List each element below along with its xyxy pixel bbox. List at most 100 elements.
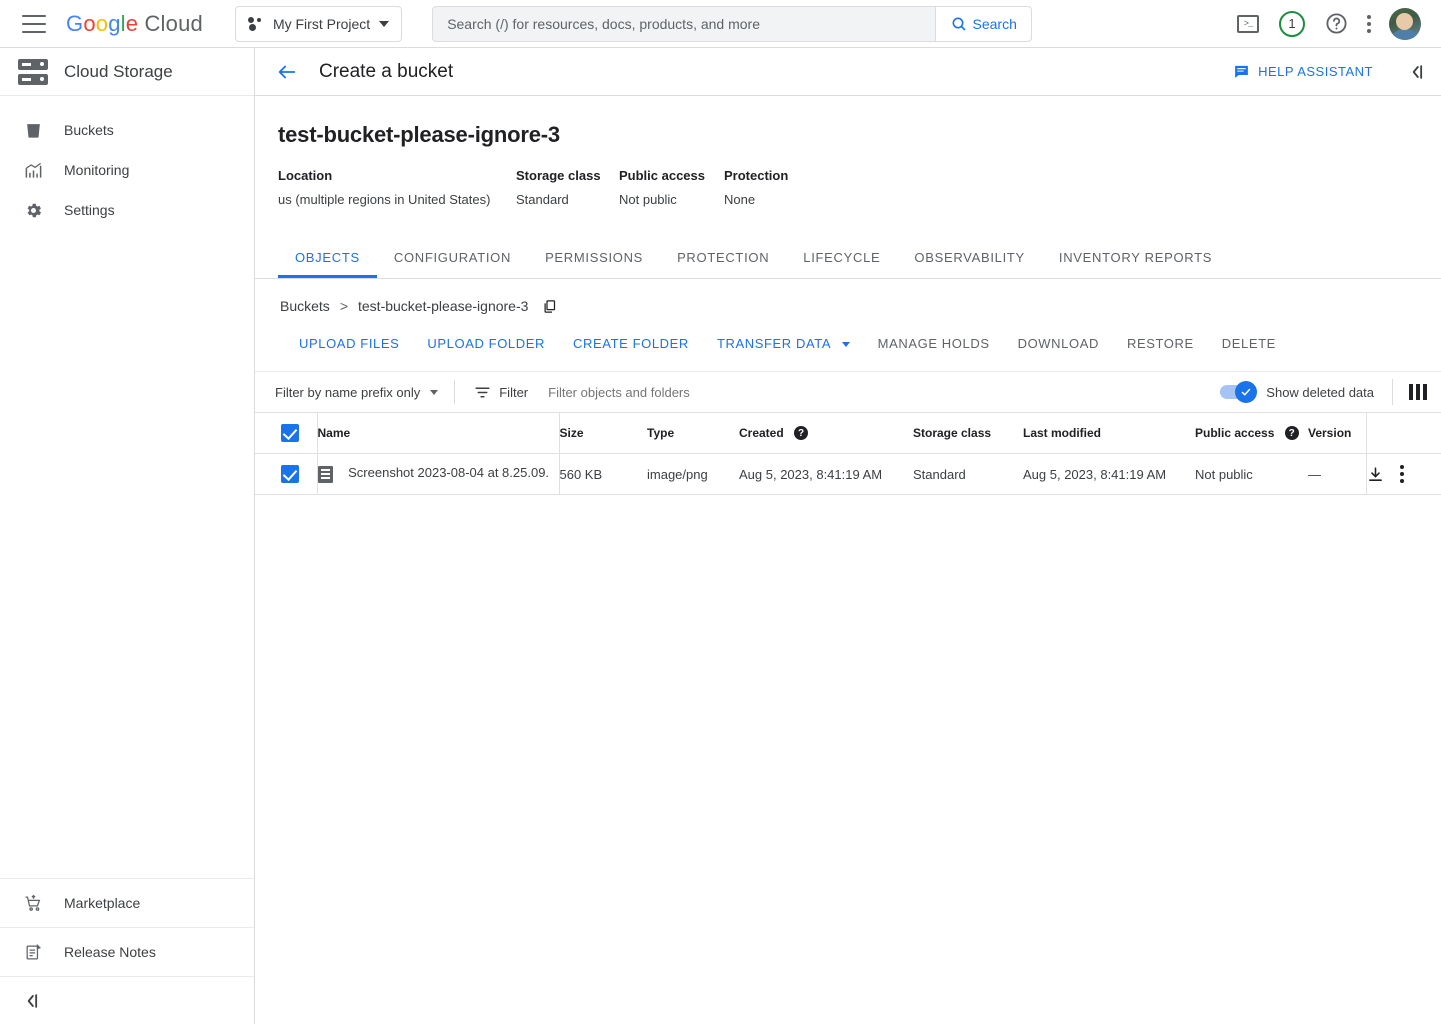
- row-more-options-icon[interactable]: [1399, 465, 1404, 483]
- meta-location: Location us (multiple regions in United …: [278, 168, 516, 207]
- delete-button[interactable]: DELETE: [1208, 330, 1290, 357]
- google-cloud-logo[interactable]: Google Cloud: [66, 11, 203, 37]
- right-panel-collapse-button[interactable]: [1393, 48, 1441, 96]
- tab-permissions[interactable]: PERMISSIONS: [528, 250, 660, 278]
- column-name[interactable]: Name: [317, 413, 560, 454]
- collapse-right-panel-icon: [1412, 64, 1423, 79]
- chart-icon: [22, 159, 44, 181]
- copy-icon[interactable]: [542, 299, 557, 314]
- cell-created: Aug 5, 2023, 8:41:19 AM: [739, 453, 913, 495]
- upload-files-button[interactable]: UPLOAD FILES: [285, 330, 413, 357]
- global-search: Search: [432, 5, 1033, 42]
- help-assistant-label: HELP ASSISTANT: [1258, 64, 1373, 79]
- column-version[interactable]: Version: [1308, 413, 1366, 454]
- column-created-label: Created: [739, 425, 784, 440]
- release-notes-icon: [22, 941, 44, 963]
- column-created[interactable]: Created ?: [739, 413, 913, 454]
- meta-public-access: Public access Not public: [619, 168, 724, 207]
- filter-bar-right: Show deleted data: [1220, 379, 1441, 405]
- row-action-icons: [1367, 465, 1441, 483]
- filter-icon[interactable]: [474, 384, 491, 401]
- sidebar-item-label: Marketplace: [64, 895, 141, 911]
- sidebar-bottom: Marketplace Release Notes: [0, 878, 254, 1024]
- chevron-down-icon: [841, 342, 850, 348]
- sidebar-collapse-button[interactable]: [0, 976, 254, 1024]
- breadcrumb-buckets[interactable]: Buckets: [280, 298, 330, 314]
- bucket-meta: Location us (multiple regions in United …: [255, 148, 1441, 207]
- top-header-bar: Google Cloud My First Project Search >_ …: [0, 0, 1441, 48]
- notifications-count: 1: [1288, 16, 1296, 31]
- tab-objects[interactable]: OBJECTS: [278, 250, 377, 278]
- meta-label: Location: [278, 168, 333, 183]
- object-actions-toolbar: UPLOAD FILES UPLOAD FOLDER CREATE FOLDER…: [255, 314, 1441, 357]
- search-button[interactable]: Search: [935, 6, 1032, 41]
- sidebar-item-marketplace[interactable]: Marketplace: [0, 878, 254, 927]
- help-icon[interactable]: ?: [794, 426, 809, 441]
- cell-size: 560 KB: [559, 453, 647, 495]
- sidebar-item-buckets[interactable]: Buckets: [0, 110, 254, 150]
- tab-lifecycle[interactable]: LIFECYCLE: [786, 250, 897, 278]
- cell-type: image/png: [647, 453, 739, 495]
- meta-value: us (multiple regions in United States): [278, 192, 491, 207]
- column-public-access[interactable]: Public access ?: [1195, 413, 1308, 454]
- download-icon[interactable]: [1367, 466, 1384, 483]
- cloud-shell-button[interactable]: >_: [1235, 11, 1261, 37]
- filter-bar: Filter by name prefix only Filter Show d…: [255, 371, 1441, 413]
- cell-version: —: [1308, 453, 1366, 495]
- column-public-access-label: Public access: [1195, 425, 1275, 440]
- collapse-left-icon: [27, 993, 38, 1008]
- row-checkbox[interactable]: [281, 465, 299, 483]
- sidebar-product-title: Cloud Storage: [64, 61, 173, 81]
- meta-protection: Protection None: [724, 168, 788, 207]
- back-button[interactable]: [275, 60, 299, 84]
- column-storage-class[interactable]: Storage class: [913, 413, 1023, 454]
- sidebar-item-settings[interactable]: Settings: [0, 190, 254, 230]
- hamburger-menu-icon[interactable]: [22, 14, 46, 33]
- help-button[interactable]: [1323, 11, 1349, 37]
- sidebar-item-release-notes[interactable]: Release Notes: [0, 927, 254, 976]
- search-input[interactable]: [433, 6, 936, 41]
- object-name[interactable]: Screenshot 2023-08-04 at 8.25.09.: [348, 465, 549, 480]
- avatar[interactable]: [1389, 7, 1421, 40]
- transfer-data-button[interactable]: TRANSFER DATA: [703, 330, 864, 357]
- filter-mode-select[interactable]: Filter by name prefix only: [275, 385, 454, 400]
- sidebar-item-label: Settings: [64, 202, 115, 218]
- tab-inventory-reports[interactable]: INVENTORY REPORTS: [1042, 250, 1229, 278]
- meta-label: Protection: [724, 168, 789, 183]
- table-row[interactable]: Screenshot 2023-08-04 at 8.25.09. 560 KB…: [255, 453, 1441, 495]
- select-all-checkbox[interactable]: [281, 424, 299, 442]
- create-folder-button[interactable]: CREATE FOLDER: [559, 330, 703, 357]
- main-content: test-bucket-please-ignore-3 Location us …: [255, 96, 1441, 1024]
- column-type[interactable]: Type: [647, 413, 739, 454]
- tab-configuration[interactable]: CONFIGURATION: [377, 250, 528, 278]
- notifications-button[interactable]: 1: [1279, 10, 1305, 37]
- sidebar-item-monitoring[interactable]: Monitoring: [0, 150, 254, 190]
- manage-holds-button[interactable]: MANAGE HOLDS: [864, 330, 1004, 357]
- show-deleted-data-toggle[interactable]: [1220, 381, 1258, 403]
- help-icon[interactable]: ?: [1284, 426, 1299, 441]
- column-size[interactable]: Size: [559, 413, 647, 454]
- logo-cloud-text: Cloud: [144, 10, 203, 36]
- download-button[interactable]: DOWNLOAD: [1004, 330, 1113, 357]
- bucket-icon: [22, 119, 44, 141]
- restore-button[interactable]: RESTORE: [1113, 330, 1208, 357]
- upload-folder-button[interactable]: UPLOAD FOLDER: [413, 330, 559, 357]
- objects-table: Name Size Type Created ? Storage class L…: [255, 413, 1441, 495]
- terminal-icon: >_: [1237, 14, 1259, 33]
- cell-storage-class: Standard: [913, 453, 1023, 495]
- filter-label: Filter: [499, 384, 529, 400]
- more-options-button[interactable]: [1367, 14, 1371, 33]
- arrow-left-icon: [278, 65, 296, 78]
- file-icon: [317, 465, 333, 483]
- tab-observability[interactable]: OBSERVABILITY: [897, 250, 1042, 278]
- column-last-modified[interactable]: Last modified: [1023, 413, 1195, 454]
- tab-protection[interactable]: PROTECTION: [660, 250, 786, 278]
- filter-input[interactable]: [548, 384, 949, 400]
- column-settings-icon[interactable]: [1409, 384, 1427, 400]
- help-assistant-button[interactable]: HELP ASSISTANT: [1233, 63, 1373, 80]
- cell-row-actions: [1365, 453, 1441, 495]
- cloud-storage-icon: [18, 58, 48, 85]
- project-selector[interactable]: My First Project: [234, 5, 403, 42]
- cell-last-modified: Aug 5, 2023, 8:41:19 AM: [1023, 453, 1195, 495]
- breadcrumb-current: test-bucket-please-ignore-3: [358, 298, 529, 314]
